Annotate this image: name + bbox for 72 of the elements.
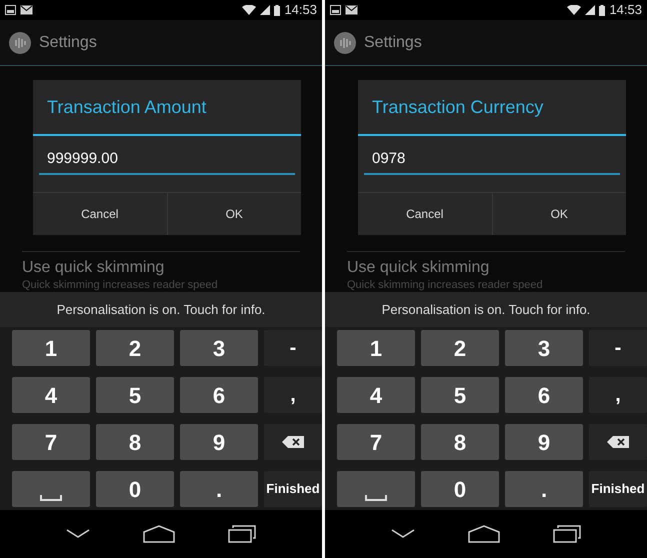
battery-icon <box>599 4 606 16</box>
key[interactable]: 4 <box>337 377 415 413</box>
action-bar-title: Settings <box>39 32 97 52</box>
key[interactable]: 0 <box>421 471 499 507</box>
signal-icon <box>585 5 596 15</box>
dialog-button[interactable]: OK <box>166 193 301 235</box>
space-icon <box>365 495 387 501</box>
space-key[interactable] <box>337 471 415 507</box>
key[interactable]: 9 <box>505 424 583 460</box>
key[interactable]: - <box>589 330 647 366</box>
backspace-key[interactable] <box>589 424 647 460</box>
input-field[interactable]: 999999.00 <box>39 146 295 174</box>
key[interactable]: 4 <box>12 377 90 413</box>
status-time: 14:53 <box>284 1 317 20</box>
settings-item-title: Use quick skimming <box>347 258 490 278</box>
key[interactable]: 2 <box>96 330 174 366</box>
key[interactable]: 5 <box>421 377 499 413</box>
key[interactable]: - <box>264 330 322 366</box>
space-key[interactable] <box>12 471 90 507</box>
finished-key[interactable]: Finished <box>589 471 647 507</box>
recent-apps-icon[interactable] <box>228 525 256 543</box>
key[interactable]: 8 <box>96 424 174 460</box>
key[interactable]: 3 <box>180 330 258 366</box>
back-icon[interactable] <box>66 529 90 539</box>
key[interactable]: 3 <box>505 330 583 366</box>
dialog-title: Transaction Amount <box>47 96 206 118</box>
dialog-button[interactable]: Cancel <box>33 193 166 235</box>
home-icon[interactable] <box>142 525 175 543</box>
key[interactable]: 1 <box>337 330 415 366</box>
back-icon[interactable] <box>391 529 416 539</box>
mail-icon <box>345 5 358 15</box>
key[interactable]: 6 <box>505 377 583 413</box>
signal-icon <box>260 5 270 15</box>
suggestion-bar[interactable]: Personalisation is on. Touch for info. <box>0 292 322 327</box>
app-icon <box>9 32 31 54</box>
backspace-icon <box>607 436 629 448</box>
dialog-title: Transaction Currency <box>372 96 544 119</box>
key[interactable]: 1 <box>12 330 90 366</box>
battery-icon <box>274 4 280 16</box>
mail-icon <box>20 5 33 15</box>
action-bar-title: Settings <box>364 32 422 52</box>
backspace-icon <box>282 436 304 448</box>
key[interactable]: . <box>505 471 583 507</box>
space-icon <box>40 495 62 501</box>
settings-item-summary: Quick skimming increases reader speed <box>22 278 219 292</box>
key[interactable]: . <box>180 471 258 507</box>
finished-key[interactable]: Finished <box>264 471 322 507</box>
suggestion-bar[interactable]: Personalisation is on. Touch for info. <box>325 292 647 327</box>
key[interactable]: , <box>264 377 322 413</box>
image-icon <box>5 5 16 15</box>
key[interactable]: 8 <box>421 424 499 460</box>
key[interactable]: 7 <box>12 424 90 460</box>
key[interactable]: 5 <box>96 377 174 413</box>
app-icon <box>334 32 356 54</box>
wifi-icon <box>567 5 582 15</box>
home-icon[interactable] <box>468 525 500 543</box>
key[interactable]: 7 <box>337 424 415 460</box>
status-time: 14:53 <box>609 1 642 20</box>
backspace-key[interactable] <box>264 424 322 460</box>
input-field[interactable]: 0978 <box>364 146 620 174</box>
wifi-icon <box>242 5 256 15</box>
key[interactable]: 2 <box>421 330 499 366</box>
key[interactable]: , <box>589 377 647 413</box>
recent-apps-icon[interactable] <box>552 525 581 543</box>
dialog-button[interactable]: OK <box>492 193 626 235</box>
key[interactable]: 9 <box>180 424 258 460</box>
dialog-button[interactable]: Cancel <box>358 193 492 235</box>
settings-item-summary: Quick skimming increases reader speed <box>347 278 544 292</box>
key[interactable]: 0 <box>96 471 174 507</box>
image-icon <box>330 5 341 15</box>
settings-item-title: Use quick skimming <box>22 258 166 278</box>
key[interactable]: 6 <box>180 377 258 413</box>
